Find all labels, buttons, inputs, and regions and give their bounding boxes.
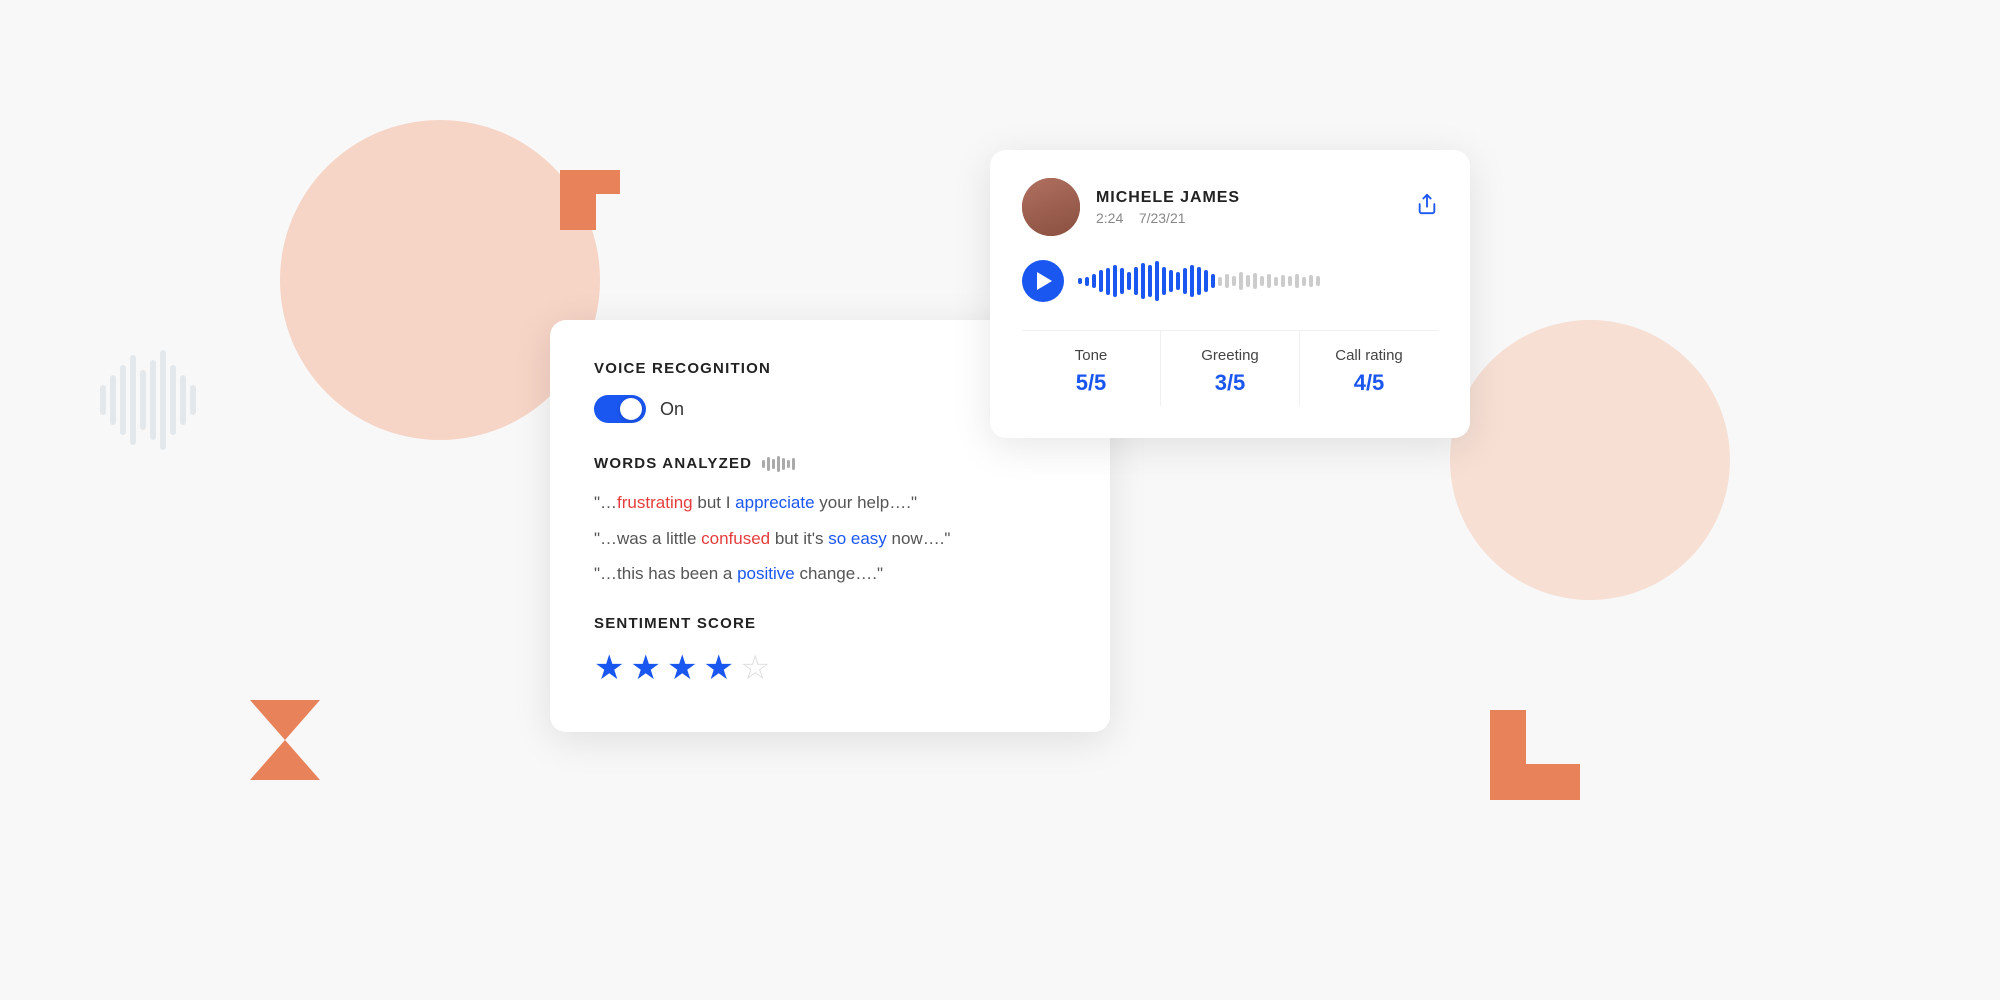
sentiment-title: SENTIMENT SCORE	[594, 615, 1066, 632]
quote2-word1: confused	[701, 529, 770, 548]
quote-line-1: "…frustrating but I appreciate your help…	[594, 490, 1066, 516]
waveform-icon	[762, 456, 795, 472]
quote1-word2: appreciate	[735, 493, 814, 512]
call-date: 7/23/21	[1139, 210, 1186, 226]
words-analyzed-title: WORDS ANALYZED	[594, 455, 752, 472]
metric-callrating-label: Call rating	[1310, 347, 1428, 364]
avatar	[1022, 178, 1080, 236]
call-card-user: MICHELE JAMES 2:24 7/23/21	[1022, 178, 1240, 236]
quote1-middle: but I	[693, 493, 736, 512]
toggle-label: On	[660, 399, 684, 420]
quote3-suffix: change…."	[795, 564, 883, 583]
quote3-prefix: "…this has been a	[594, 564, 737, 583]
quote2-suffix: now…."	[887, 529, 951, 548]
metric-tone-value: 5/5	[1032, 370, 1150, 396]
quote2-middle: but it's	[770, 529, 828, 548]
quotes-section: "…frustrating but I appreciate your help…	[594, 490, 1066, 587]
call-card-header: MICHELE JAMES 2:24 7/23/21	[1022, 178, 1438, 236]
quote2-prefix: "…was a little	[594, 529, 701, 548]
scene: VOICE RECOGNITION On WORDS ANALYZED "…fr…	[550, 100, 1450, 900]
metric-tone: Tone 5/5	[1022, 331, 1161, 406]
quote3-word1: positive	[737, 564, 795, 583]
quote1-suffix: your help…."	[815, 493, 917, 512]
play-button[interactable]	[1022, 260, 1064, 302]
quote1-prefix: "…	[594, 493, 617, 512]
stars-container: ★ ★ ★ ★ ☆	[594, 648, 1066, 688]
star-1: ★	[594, 648, 624, 688]
call-user-info: MICHELE JAMES 2:24 7/23/21	[1096, 189, 1240, 226]
quote-line-2: "…was a little confused but it's so easy…	[594, 526, 1066, 552]
metric-callrating-value: 4/5	[1310, 370, 1428, 396]
call-user-meta: 2:24 7/23/21	[1096, 210, 1240, 226]
metric-tone-label: Tone	[1032, 347, 1150, 364]
quote-line-3: "…this has been a positive change…."	[594, 561, 1066, 587]
share-icon[interactable]	[1416, 193, 1438, 221]
bg-shape-hourglass	[250, 700, 320, 780]
quote2-word2: so easy	[828, 529, 887, 548]
metric-greeting-value: 3/5	[1171, 370, 1289, 396]
waveform-bars	[1078, 261, 1438, 301]
words-analyzed-row: WORDS ANALYZED	[594, 455, 1066, 472]
bg-waveform	[100, 350, 196, 450]
quote1-word1: frustrating	[617, 493, 693, 512]
metric-greeting: Greeting 3/5	[1161, 331, 1300, 406]
star-4: ★	[703, 648, 733, 688]
star-3: ★	[667, 648, 697, 688]
star-2: ★	[630, 648, 660, 688]
star-5-empty: ☆	[740, 648, 770, 688]
audio-player	[1022, 260, 1438, 302]
voice-recognition-toggle[interactable]	[594, 395, 646, 423]
metric-greeting-label: Greeting	[1171, 347, 1289, 364]
call-user-name: MICHELE JAMES	[1096, 189, 1240, 207]
metrics-row: Tone 5/5 Greeting 3/5 Call rating 4/5	[1022, 330, 1438, 406]
bg-shape-bottom-right	[1490, 710, 1580, 800]
metric-callrating: Call rating 4/5	[1300, 331, 1438, 406]
call-duration: 2:24	[1096, 210, 1123, 226]
call-card: MICHELE JAMES 2:24 7/23/21	[990, 150, 1470, 438]
bg-circle-right	[1450, 320, 1730, 600]
